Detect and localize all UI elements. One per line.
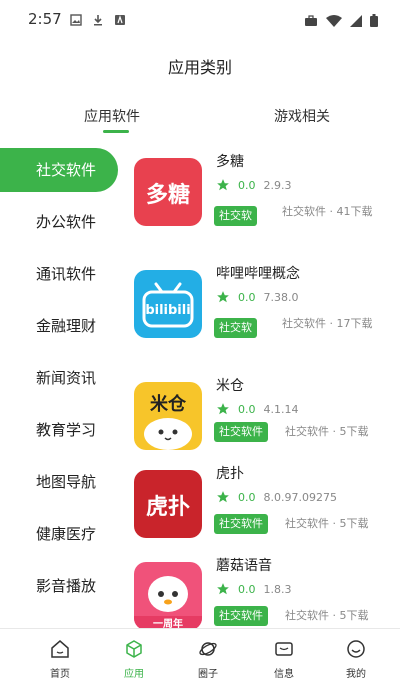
mogu-logo-icon[interactable]: 一周年 xyxy=(134,562,202,630)
app-item-micang[interactable]: 米仓 米仓 0.0 4.1.14 社交软件 社交软件 · 5下载 xyxy=(130,370,390,466)
app-version: 2.9.3 xyxy=(263,178,292,192)
star-icon xyxy=(217,403,229,415)
tab-apps[interactable]: 应用软件 xyxy=(84,106,140,126)
active-tab-indicator xyxy=(103,130,129,133)
app-name: 米仓 xyxy=(216,378,244,394)
star-icon xyxy=(217,179,229,191)
rating-row: 0.0 1.8.3 xyxy=(216,582,292,596)
app-name: 虎扑 xyxy=(216,466,244,482)
nav-label: 应用 xyxy=(124,669,144,680)
hupu-logo-icon[interactable]: 虎扑 xyxy=(134,470,202,538)
app-meta: 社交软件 · 5下载 xyxy=(285,517,369,530)
rating-value: 0.0 xyxy=(238,582,256,596)
category-tag: 社交软 xyxy=(214,206,257,226)
sidebar-item-office[interactable]: 办公软件 xyxy=(0,200,118,244)
rating-row: 0.0 4.1.14 xyxy=(216,402,299,416)
category-tag: 社交软 xyxy=(214,318,257,338)
app-item-hupu[interactable]: 虎扑 虎扑 0.0 8.0.97.09275 社交软件 社交软件 · 5下载 xyxy=(130,458,390,554)
category-tag: 社交软件 xyxy=(214,606,268,626)
image-notification-icon xyxy=(70,14,82,26)
app-version: 1.8.3 xyxy=(263,582,292,596)
rating-row: 0.0 7.38.0 xyxy=(216,290,299,304)
star-icon xyxy=(217,583,229,595)
micang-logo-icon[interactable]: 米仓 xyxy=(134,382,202,450)
nav-label: 圈子 xyxy=(198,669,218,680)
bilibili-logo-text: bilibili xyxy=(145,303,190,318)
micang-logo-text: 米仓 xyxy=(150,393,187,415)
app-name: 蘑菇语音 xyxy=(216,558,272,574)
rating-row: 0.0 2.9.3 xyxy=(216,178,292,192)
app-meta: 社交软件 · 5下载 xyxy=(285,425,369,438)
message-icon xyxy=(275,642,293,656)
status-bar: 2:57 xyxy=(0,0,400,40)
sidebar-item-education[interactable]: 教育学习 xyxy=(0,408,118,452)
duotang-logo-text: 多糖 xyxy=(146,182,190,208)
nav-label: 我的 xyxy=(346,669,366,680)
app-notification-icon xyxy=(115,15,125,25)
profile-icon xyxy=(347,640,365,658)
app-meta: 社交软件 · 17下载 xyxy=(282,317,373,330)
app-item-bilibili[interactable]: bilibili 哔哩哔哩概念 0.0 7.38.0 社交软 社交软件 · 17… xyxy=(130,258,390,354)
nav-apps[interactable]: 应用 xyxy=(104,639,164,680)
category-tag: 社交软件 xyxy=(214,514,268,534)
app-version: 7.38.0 xyxy=(263,290,299,304)
nav-profile[interactable]: 我的 xyxy=(326,639,386,680)
nav-home[interactable]: 首页 xyxy=(30,639,90,680)
status-time: 2:57 xyxy=(28,10,62,28)
category-tag: 社交软件 xyxy=(214,422,268,442)
sidebar-item-media[interactable]: 影音播放 xyxy=(0,564,118,608)
apps-cube-icon xyxy=(126,640,142,658)
rating-value: 0.0 xyxy=(238,178,256,192)
star-icon xyxy=(217,491,229,503)
bottom-nav: 首页 应用 圈子 信息 我的 xyxy=(0,628,400,699)
sidebar-item-social[interactable]: 社交软件 xyxy=(0,148,118,192)
rating-row: 0.0 8.0.97.09275 xyxy=(216,490,337,504)
tab-games[interactable]: 游戏相关 xyxy=(274,106,330,126)
sidebar-item-health[interactable]: 健康医疗 xyxy=(0,512,118,556)
nav-label: 信息 xyxy=(274,669,294,680)
app-name: 哔哩哔哩概念 xyxy=(216,266,300,282)
download-notification-icon xyxy=(94,15,102,26)
nav-label: 首页 xyxy=(50,669,70,680)
rating-value: 0.0 xyxy=(238,402,256,416)
sidebar-item-communication[interactable]: 通讯软件 xyxy=(0,252,118,296)
status-system-icons xyxy=(304,14,378,27)
sidebar-item-navigation[interactable]: 地图导航 xyxy=(0,460,118,504)
app-meta: 社交软件 · 41下载 xyxy=(282,205,373,218)
sidebar-item-finance[interactable]: 金融理财 xyxy=(0,304,118,348)
briefcase-icon xyxy=(305,14,317,26)
star-icon xyxy=(217,291,229,303)
sidebar-item-news[interactable]: 新闻资讯 xyxy=(0,356,118,400)
home-icon xyxy=(51,640,69,658)
category-tabs: 应用软件 游戏相关 xyxy=(0,96,400,136)
nav-circle[interactable]: 圈子 xyxy=(178,639,238,680)
status-notification-icons xyxy=(70,14,126,26)
planet-icon xyxy=(199,642,217,656)
battery-icon xyxy=(370,14,378,27)
bilibili-logo-icon[interactable]: bilibili xyxy=(134,270,202,338)
app-version: 8.0.97.09275 xyxy=(263,490,337,504)
app-version: 4.1.14 xyxy=(263,402,299,416)
wifi-icon xyxy=(326,14,342,27)
app-item-duotang[interactable]: 多糖 多糖 0.0 2.9.3 社交软 社交软件 · 41下载 xyxy=(130,146,390,242)
page-title: 应用类别 xyxy=(167,58,232,77)
hupu-logo-text: 虎扑 xyxy=(146,494,190,520)
signal-icon xyxy=(350,14,362,27)
app-name: 多糖 xyxy=(216,154,244,170)
nav-messages[interactable]: 信息 xyxy=(254,639,314,680)
rating-value: 0.0 xyxy=(238,490,256,504)
app-meta: 社交软件 · 5下载 xyxy=(285,609,369,622)
duotang-logo-icon[interactable]: 多糖 xyxy=(134,158,202,226)
rating-value: 0.0 xyxy=(238,290,256,304)
